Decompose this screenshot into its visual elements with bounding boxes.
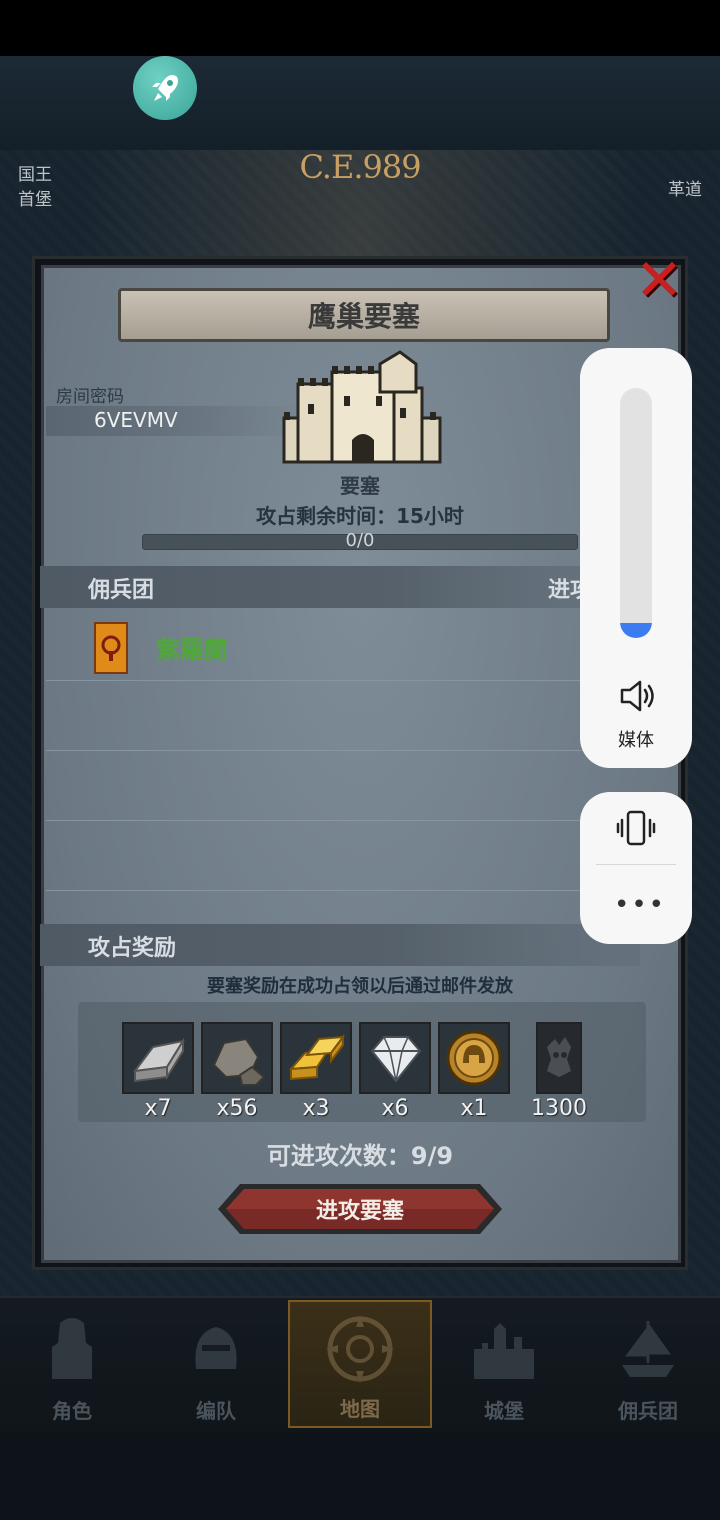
guild-banner-icon xyxy=(94,622,128,674)
map-label: 国王 xyxy=(18,165,52,185)
nav-label: 角色 xyxy=(52,1399,92,1423)
reward-item[interactable] xyxy=(536,1022,582,1094)
capture-progress-text: 0/0 xyxy=(345,530,375,551)
row-divider xyxy=(46,750,642,751)
mercenary-section-title: 佣兵团 xyxy=(88,578,155,603)
remaining-time: 攻占剩余时间：15小时 xyxy=(256,504,464,528)
gold-medal-icon xyxy=(446,1030,502,1086)
nav-label: 地图 xyxy=(340,1397,380,1421)
nav-label: 城堡 xyxy=(484,1399,524,1423)
nav-label: 佣兵团 xyxy=(618,1399,678,1423)
vibrate-icon[interactable] xyxy=(614,808,658,848)
row-divider xyxy=(46,820,642,821)
nav-item-character[interactable]: 角色 xyxy=(0,1300,144,1428)
top-band xyxy=(0,56,720,150)
reward-item[interactable] xyxy=(438,1022,510,1094)
nav-item-mercenary[interactable]: 佣兵团 xyxy=(576,1300,720,1428)
attack-button-label: 进攻要塞 xyxy=(315,1199,404,1224)
more-options-icon[interactable]: ••• xyxy=(614,890,664,920)
reward-section-title: 攻占奖励 xyxy=(88,936,177,961)
iron-ingot-icon xyxy=(132,1037,186,1083)
map-label: 首堡 xyxy=(18,190,52,210)
volume-slider[interactable] xyxy=(620,388,652,638)
reward-quantity: x7 xyxy=(144,1096,172,1121)
speaker-icon[interactable] xyxy=(616,676,656,716)
nav-item-castle[interactable]: 城堡 xyxy=(432,1300,576,1428)
status-bar xyxy=(0,0,720,56)
compass-icon xyxy=(326,1315,394,1383)
attack-count: 可进攻次数：9/9 xyxy=(266,1142,454,1170)
close-button[interactable]: ✕ xyxy=(632,246,686,314)
panel-divider xyxy=(596,864,676,865)
nav-item-map[interactable]: 地图 xyxy=(288,1300,432,1428)
nav-item-formation[interactable]: 编队 xyxy=(144,1300,288,1428)
bottom-strip xyxy=(0,1432,720,1520)
helmet-icon xyxy=(195,1327,237,1369)
map-label: 革道 xyxy=(668,180,702,200)
reward-item[interactable] xyxy=(359,1022,431,1094)
nav-label: 编队 xyxy=(196,1399,236,1423)
reward-item[interactable] xyxy=(122,1022,194,1094)
guild-name[interactable]: 紫羅蘭 xyxy=(156,630,228,665)
reward-note: 要塞奖励在成功占领以后通过邮件发放 xyxy=(207,976,513,997)
title-banner: 鹰巢要塞 xyxy=(118,288,610,342)
stone-ore-icon xyxy=(212,1037,266,1086)
castle-icon xyxy=(474,1323,534,1379)
rocket-icon xyxy=(152,75,178,101)
reward-quantity: x6 xyxy=(381,1096,409,1121)
reward-quantity: x56 xyxy=(216,1096,258,1121)
volume-stream-label: 媒体 xyxy=(618,730,654,751)
reward-quantity: 1300 xyxy=(531,1096,587,1121)
rocket-button[interactable] xyxy=(133,56,197,120)
attack-fortress-button[interactable]: 进攻要塞 xyxy=(216,1182,504,1236)
attack-column-header: 进攻 xyxy=(548,578,580,603)
reward-item[interactable] xyxy=(280,1022,352,1094)
fortress-name: 要塞 xyxy=(340,474,380,498)
close-icon: ✕ xyxy=(634,246,684,314)
reward-quantity: x3 xyxy=(302,1096,330,1121)
dialog-title: 鹰巢要塞 xyxy=(307,300,420,333)
diamond-icon xyxy=(370,1036,422,1083)
dark-emblem-icon xyxy=(547,1037,571,1077)
reward-item[interactable] xyxy=(201,1022,273,1094)
row-divider xyxy=(46,890,642,891)
knight-icon xyxy=(52,1318,92,1379)
room-code: 6VEVMV xyxy=(94,408,178,432)
gold-bar-icon xyxy=(288,1034,346,1081)
reward-quantity: x1 xyxy=(460,1096,488,1121)
fortress-image xyxy=(282,350,442,464)
room-code-label: 房间密码 xyxy=(56,387,124,407)
era-label: C.E.989 xyxy=(299,148,421,186)
ship-icon xyxy=(622,1320,674,1377)
row-divider xyxy=(46,680,642,681)
